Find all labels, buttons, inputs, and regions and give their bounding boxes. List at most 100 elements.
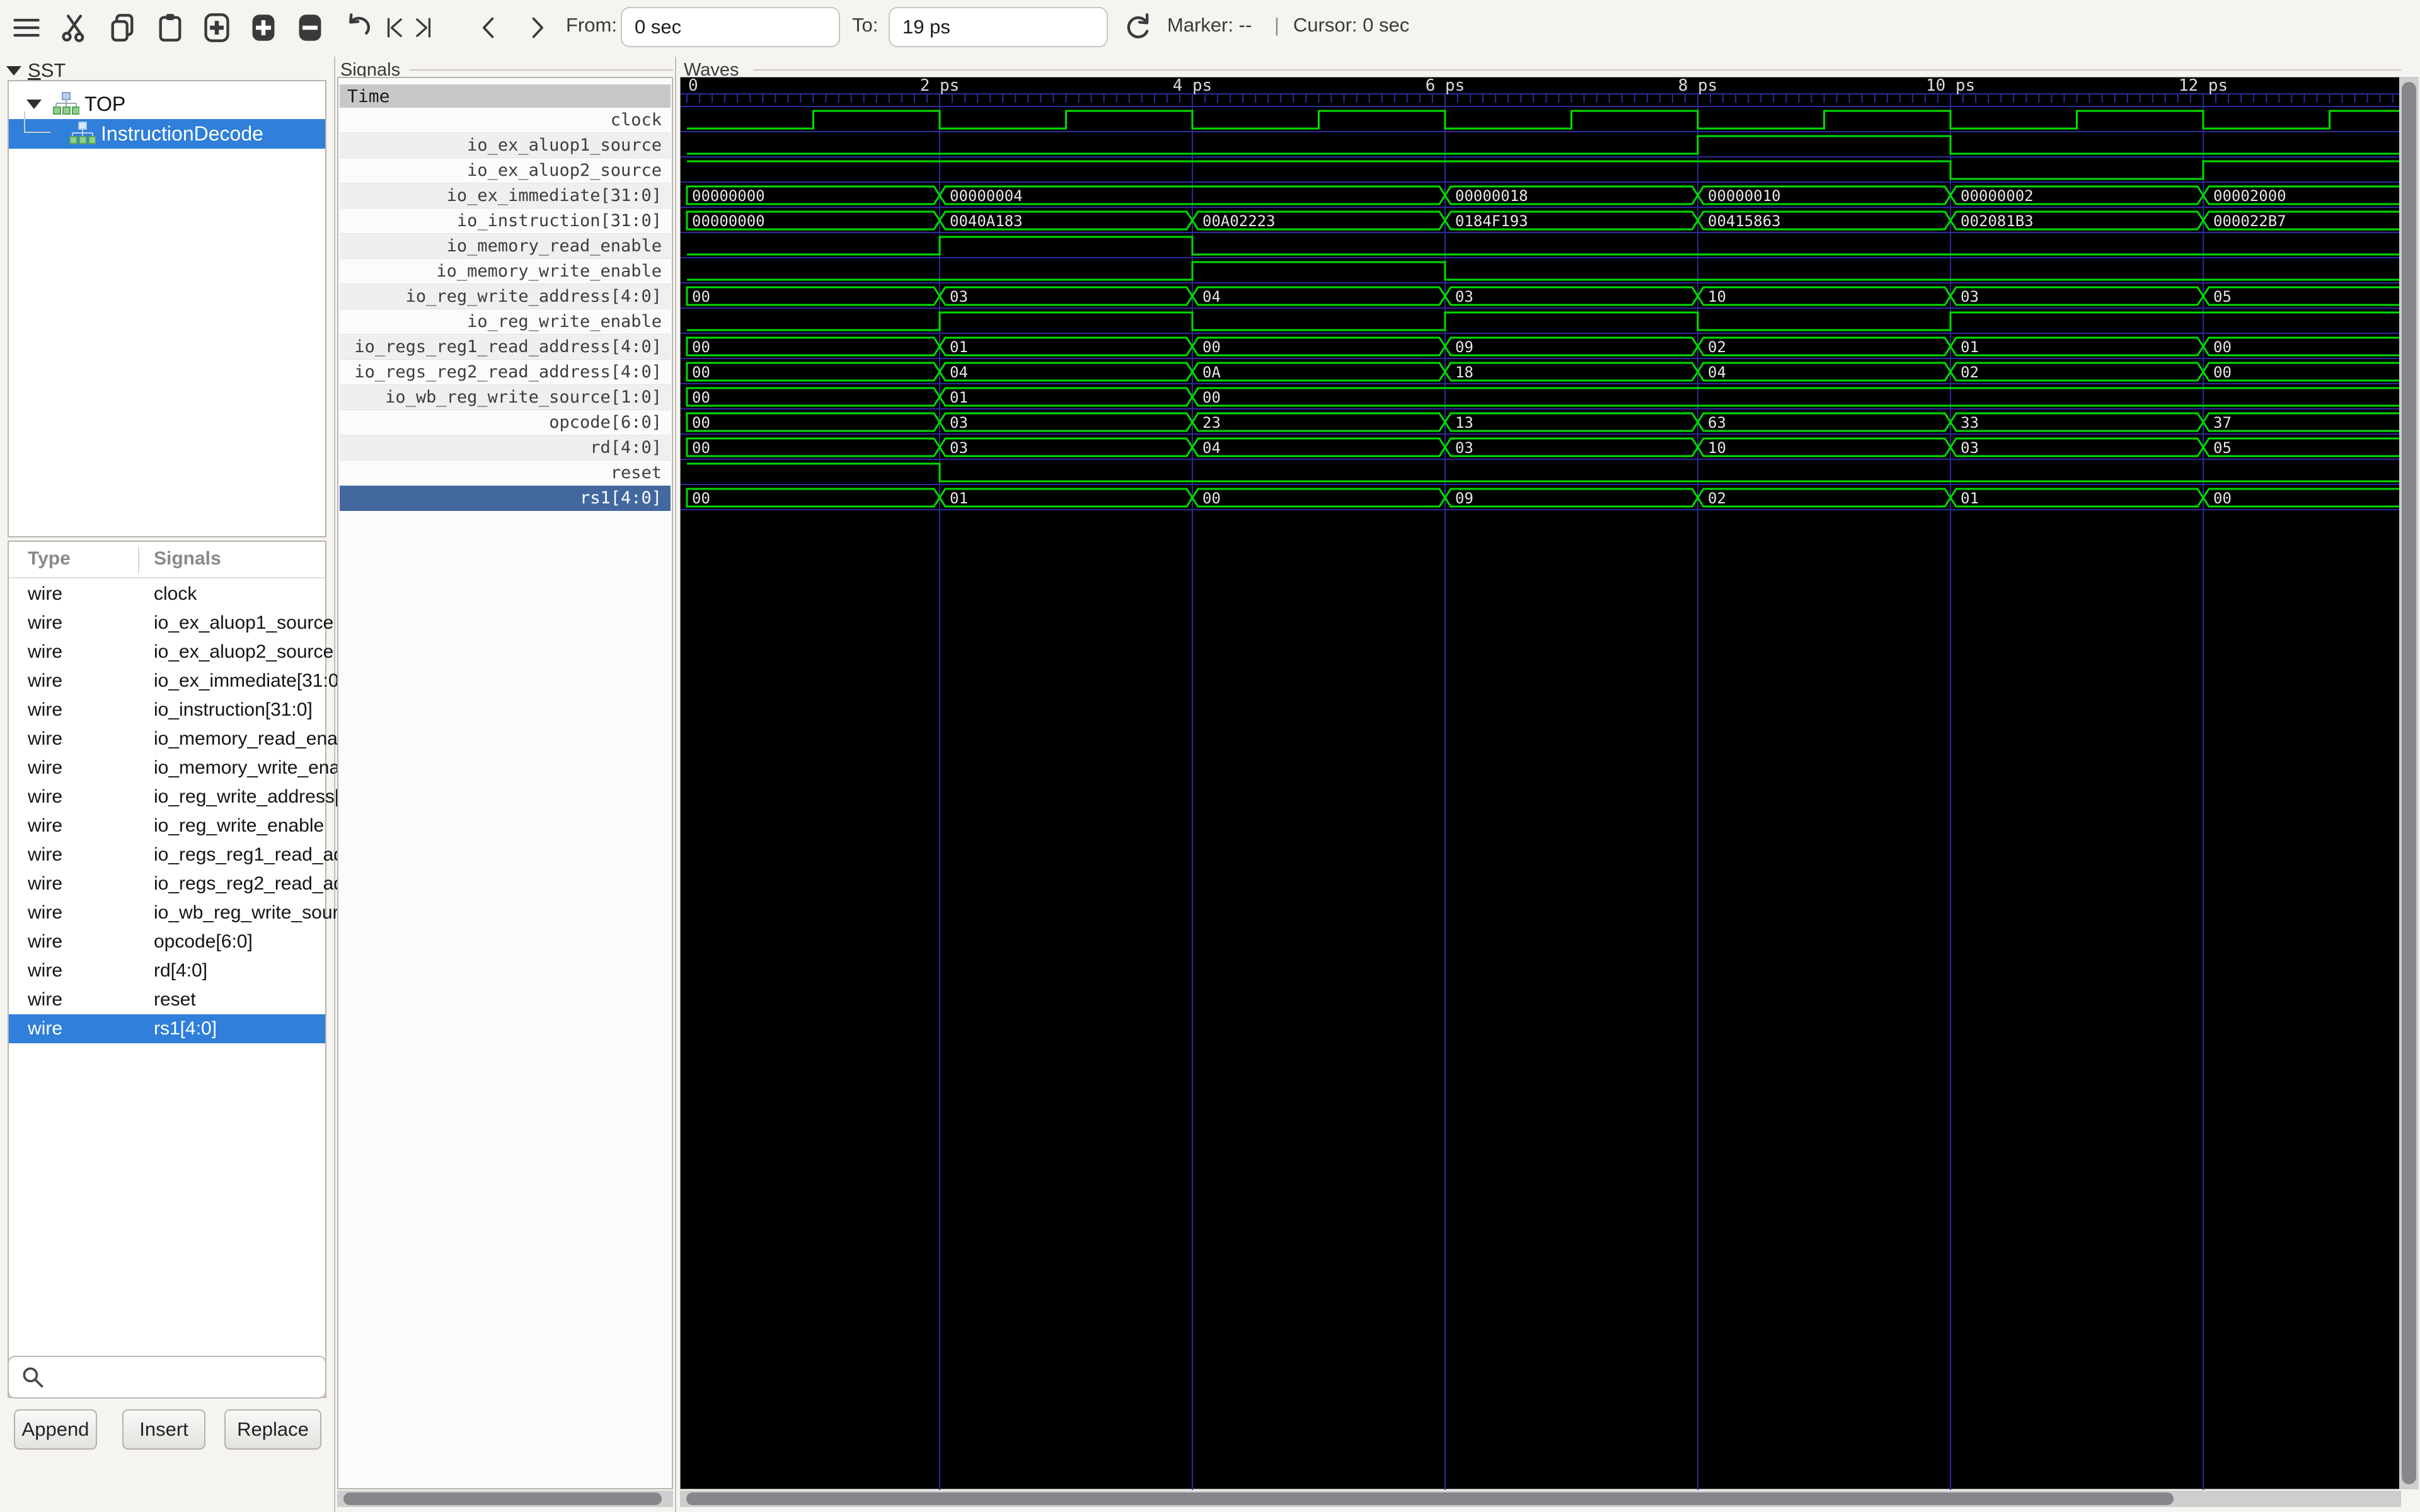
wire-type-label: wire bbox=[28, 989, 62, 1011]
type-list-row[interactable]: wire clock bbox=[9, 580, 325, 609]
search-icon bbox=[20, 1365, 45, 1390]
signals-hscrollbar[interactable] bbox=[337, 1491, 673, 1507]
zoom-out-icon[interactable] bbox=[294, 11, 326, 44]
signal-row[interactable]: io_ex_aluop1_source bbox=[340, 133, 671, 158]
type-list-row[interactable]: wire reset bbox=[9, 985, 325, 1014]
svg-text:002081B3: 002081B3 bbox=[1961, 212, 2034, 230]
waves-vscrollbar[interactable] bbox=[2399, 77, 2419, 1489]
insert-button[interactable]: Insert bbox=[122, 1409, 205, 1450]
signal-row[interactable]: io_memory_write_enable bbox=[340, 259, 671, 284]
type-list-row[interactable]: wireio_regs_reg2_read_address[4:0] bbox=[9, 869, 325, 898]
waves-vscrollbar-thumb[interactable] bbox=[2402, 82, 2416, 1484]
right-sash[interactable] bbox=[675, 57, 676, 1512]
left-sash[interactable] bbox=[334, 57, 335, 1512]
from-input[interactable] bbox=[621, 7, 840, 47]
type-list-row[interactable]: wireio_ex_aluop2_source bbox=[9, 638, 325, 667]
to-input[interactable] bbox=[889, 7, 1108, 47]
svg-text:09: 09 bbox=[1455, 490, 1473, 507]
wire-type-label: wire bbox=[28, 583, 62, 605]
signal-row[interactable]: io_wb_reg_write_source[1:0] bbox=[340, 385, 671, 410]
type-list-row[interactable]: wireio_ex_aluop1_source bbox=[9, 609, 325, 638]
signal-search[interactable] bbox=[8, 1356, 326, 1399]
type-list-row[interactable]: wireio_instruction[31:0] bbox=[9, 696, 325, 724]
waves-hscrollbar[interactable] bbox=[680, 1491, 2401, 1507]
signal-row[interactable]: io_reg_write_enable bbox=[340, 309, 671, 335]
wire-type-label: wire bbox=[28, 815, 62, 837]
wave-canvas[interactable]: 02 ps4 ps6 ps8 ps10 ps12 ps0000000000000… bbox=[680, 77, 2401, 1489]
tree-item-instructiondecode[interactable]: InstructionDecode bbox=[9, 119, 325, 149]
append-button[interactable]: Append bbox=[14, 1409, 97, 1450]
column-separator[interactable] bbox=[138, 547, 139, 573]
svg-text:02: 02 bbox=[1961, 364, 1979, 381]
type-list-row[interactable]: wirerd[4:0] bbox=[9, 956, 325, 985]
undo-icon[interactable] bbox=[340, 11, 373, 44]
signal-row[interactable]: io_reg_write_address[4:0] bbox=[340, 284, 671, 309]
wire-type-label: wire bbox=[28, 873, 62, 895]
wire-name-label: reset bbox=[154, 989, 196, 1011]
paste-icon[interactable] bbox=[154, 11, 187, 44]
copy-icon[interactable] bbox=[106, 11, 139, 44]
svg-text:37: 37 bbox=[2213, 414, 2232, 432]
svg-text:8 ps: 8 ps bbox=[1678, 77, 1718, 95]
sst-expander-icon[interactable] bbox=[6, 66, 21, 76]
signals-frame-line bbox=[410, 69, 673, 71]
step-back-icon[interactable] bbox=[476, 11, 502, 44]
type-column-header[interactable]: Type bbox=[28, 548, 71, 570]
signal-row[interactable]: io_regs_reg2_read_address[4:0] bbox=[340, 360, 671, 385]
signal-row[interactable]: io_instruction[31:0] bbox=[340, 209, 671, 234]
menu-icon[interactable] bbox=[10, 11, 43, 44]
signal-row[interactable]: clock bbox=[340, 108, 671, 133]
type-signals-list: Type Signals wire clock wireio_ex_aluop1_s… bbox=[8, 541, 326, 1398]
svg-text:0: 0 bbox=[688, 77, 698, 95]
wire-name-label: io_ex_aluop2_source bbox=[154, 641, 333, 663]
svg-text:00: 00 bbox=[692, 414, 710, 432]
go-to-start-icon[interactable] bbox=[384, 11, 407, 44]
replace-button[interactable]: Replace bbox=[224, 1409, 321, 1450]
type-list-row[interactable]: wireio_reg_write_enable bbox=[9, 811, 325, 840]
svg-text:03: 03 bbox=[1455, 439, 1473, 457]
svg-text:03: 03 bbox=[1961, 439, 1979, 457]
type-list-row[interactable]: wireio_memory_write_enable bbox=[9, 753, 325, 782]
zoom-fit-icon[interactable] bbox=[200, 11, 233, 44]
tree-item-label: TOP bbox=[84, 93, 125, 116]
svg-text:13: 13 bbox=[1455, 414, 1473, 432]
svg-text:33: 33 bbox=[1961, 414, 1979, 432]
tree-expander-icon[interactable] bbox=[26, 100, 42, 109]
wire-type-label: wire bbox=[28, 902, 62, 924]
search-input[interactable] bbox=[54, 1357, 325, 1397]
signals-column-header[interactable]: Signals bbox=[154, 548, 221, 570]
type-list-row[interactable]: wireopcode[6:0] bbox=[9, 927, 325, 956]
type-list-row[interactable]: wireio_reg_write_address[4:0] bbox=[9, 782, 325, 811]
signal-row[interactable]: rd[4:0] bbox=[340, 435, 671, 461]
waves-hscrollbar-thumb[interactable] bbox=[686, 1492, 2174, 1505]
time-header[interactable]: Time bbox=[340, 84, 671, 108]
type-list-row[interactable]: wireio_wb_reg_write_source[1:0] bbox=[9, 898, 325, 927]
tree-item-top[interactable]: TOP bbox=[9, 89, 325, 119]
zoom-in-icon[interactable] bbox=[247, 11, 280, 44]
signal-row[interactable]: reset bbox=[340, 461, 671, 486]
type-list-row[interactable]: wirers1[4:0] bbox=[9, 1014, 325, 1043]
wire-name-label: clock bbox=[154, 583, 197, 605]
svg-text:02: 02 bbox=[1708, 338, 1726, 356]
reload-icon[interactable] bbox=[1122, 11, 1155, 44]
sst-header[interactable]: SST bbox=[6, 59, 66, 82]
svg-text:00: 00 bbox=[692, 338, 710, 356]
type-list-row[interactable]: wireio_regs_reg1_read_address[4:0] bbox=[9, 840, 325, 869]
signal-row[interactable]: rs1[4:0] bbox=[340, 486, 671, 511]
signal-row[interactable]: opcode[6:0] bbox=[340, 410, 671, 435]
cut-icon[interactable] bbox=[58, 11, 91, 44]
signal-row[interactable]: io_ex_aluop2_source bbox=[340, 158, 671, 183]
step-forward-icon[interactable] bbox=[524, 11, 550, 44]
sst-label-mnemonic: S bbox=[28, 59, 41, 81]
signal-row[interactable]: io_memory_read_enable bbox=[340, 234, 671, 259]
marker-readout: Marker: -- bbox=[1167, 14, 1252, 37]
svg-text:00: 00 bbox=[2213, 338, 2232, 356]
svg-text:0184F193: 0184F193 bbox=[1455, 212, 1528, 230]
signals-hscrollbar-thumb[interactable] bbox=[343, 1492, 662, 1505]
signal-row[interactable]: io_ex_immediate[31:0] bbox=[340, 183, 671, 209]
svg-text:12 ps: 12 ps bbox=[2179, 77, 2228, 95]
signal-row[interactable]: io_regs_reg1_read_address[4:0] bbox=[340, 335, 671, 360]
type-list-row[interactable]: wireio_memory_read_enable bbox=[9, 724, 325, 753]
type-list-row[interactable]: wireio_ex_immediate[31:0] bbox=[9, 667, 325, 696]
go-to-end-icon[interactable] bbox=[411, 11, 434, 44]
